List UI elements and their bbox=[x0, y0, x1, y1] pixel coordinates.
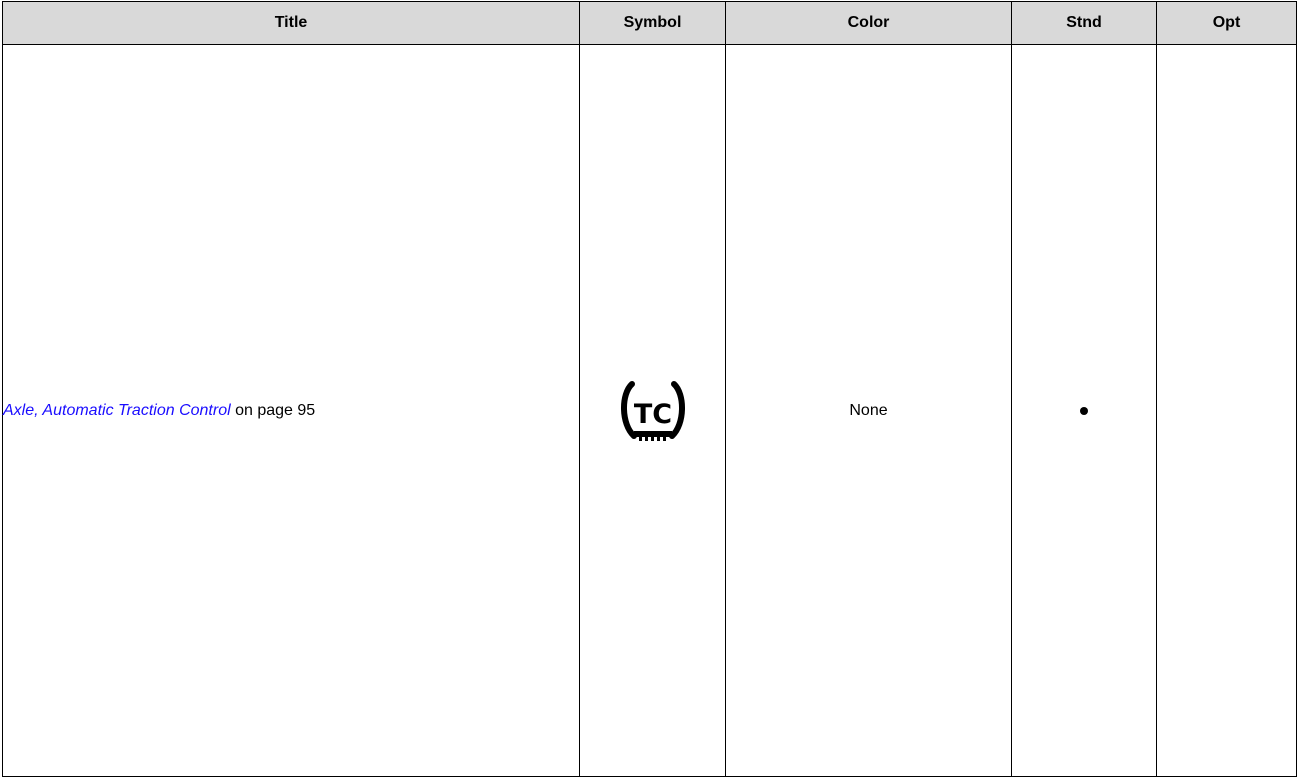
traction-control-icon: TC bbox=[608, 376, 698, 446]
symbol-text: TC bbox=[633, 399, 671, 430]
header-row: Title Symbol Color Stnd Opt bbox=[2, 1, 1297, 45]
symbol-cell: TC bbox=[579, 44, 726, 777]
indicator-table: Title Symbol Color Stnd Opt Axle, Automa… bbox=[2, 1, 1297, 777]
header-title: Title bbox=[2, 1, 580, 45]
standard-bullet bbox=[1080, 407, 1088, 416]
header-opt: Opt bbox=[1156, 1, 1297, 45]
opt-cell bbox=[1156, 44, 1297, 777]
stnd-cell bbox=[1011, 44, 1157, 777]
header-stnd: Stnd bbox=[1011, 1, 1157, 45]
title-cell: Axle, Automatic Traction Control on page… bbox=[2, 44, 580, 777]
header-color: Color bbox=[725, 1, 1012, 45]
header-symbol: Symbol bbox=[579, 1, 726, 45]
axle-traction-control-link[interactable]: Axle, Automatic Traction Control bbox=[3, 402, 231, 419]
page-reference-text: on page 95 bbox=[230, 401, 316, 419]
color-cell: None bbox=[725, 44, 1012, 777]
table-row: Axle, Automatic Traction Control on page… bbox=[2, 44, 1297, 777]
